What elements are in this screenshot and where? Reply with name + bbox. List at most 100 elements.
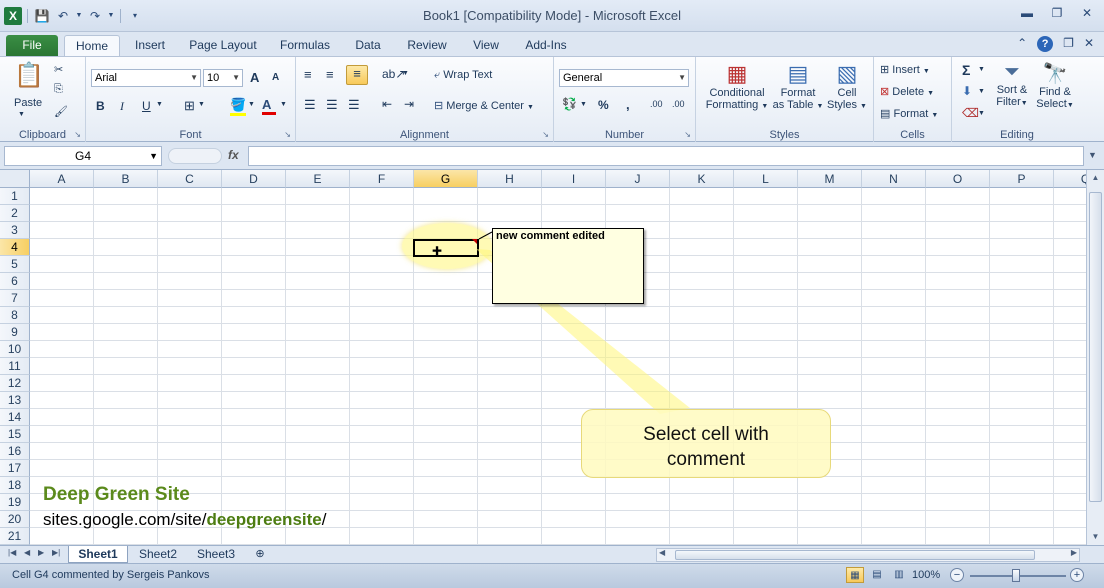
- chevron-down-icon[interactable]: ▼: [402, 70, 409, 77]
- tab-formulas[interactable]: Formulas: [274, 35, 336, 56]
- tab-data[interactable]: Data: [348, 35, 388, 56]
- format-painter-icon[interactable]: 🖌: [54, 105, 68, 118]
- formula-input[interactable]: [248, 146, 1084, 166]
- tab-page-layout[interactable]: Page Layout: [184, 35, 262, 56]
- chevron-down-icon[interactable]: ▼: [580, 101, 587, 108]
- tab-review[interactable]: Review: [400, 35, 454, 56]
- copy-icon[interactable]: ⎘: [54, 83, 63, 96]
- last-sheet-icon[interactable]: ▶|: [52, 548, 60, 557]
- wrap-text-button[interactable]: ⤶ Wrap Text: [434, 69, 492, 82]
- paste-label[interactable]: Paste: [14, 97, 42, 109]
- dialog-launcher-icon[interactable]: ↘: [284, 130, 291, 139]
- horizontal-scroll-thumb[interactable]: [675, 550, 1035, 560]
- delete-cells-button[interactable]: ⊠ Delete ▼: [880, 85, 934, 98]
- zoom-out-icon[interactable]: −: [950, 568, 964, 582]
- underline-button[interactable]: U: [142, 99, 151, 113]
- chevron-down-icon[interactable]: ▼: [248, 101, 255, 108]
- minimize-ribbon-icon[interactable]: ⌃: [1017, 36, 1027, 52]
- first-sheet-icon[interactable]: |◀: [8, 548, 16, 557]
- dialog-launcher-icon[interactable]: ↘: [684, 130, 691, 139]
- autosum-icon[interactable]: Σ: [962, 62, 970, 78]
- tab-home[interactable]: Home: [64, 35, 120, 56]
- close-icon[interactable]: ✕: [1080, 6, 1094, 20]
- clear-icon[interactable]: ⌫: [962, 106, 979, 120]
- chevron-down-icon[interactable]: ▼: [978, 66, 985, 73]
- bold-button[interactable]: B: [96, 99, 105, 113]
- page-layout-view-icon[interactable]: ▤: [868, 567, 886, 583]
- align-left-icon[interactable]: ☰: [304, 97, 316, 113]
- sort-filter-button[interactable]: ⏷ Sort & Filter▼: [992, 61, 1032, 108]
- chevron-down-icon[interactable]: ▼: [198, 101, 205, 108]
- chevron-down-icon[interactable]: ▼: [280, 101, 287, 108]
- expand-formula-bar-icon[interactable]: ▼: [1088, 150, 1097, 160]
- comma-button[interactable]: ,: [626, 97, 630, 112]
- workbook-close-icon[interactable]: ✕: [1084, 36, 1094, 52]
- formula-bar-handle[interactable]: [168, 148, 222, 164]
- cut-icon[interactable]: ✂: [54, 63, 63, 76]
- worksheet-grid[interactable]: ABCDEFGHIJKLMNOPQ 1 2 3 4 5 6 7 8 9 10 11 12 13 14 15 1…: [0, 170, 1086, 545]
- insert-cells-button[interactable]: ⊞ Insert ▼: [880, 63, 930, 76]
- tab-insert[interactable]: Insert: [126, 35, 174, 56]
- scroll-right-icon[interactable]: ▶: [1071, 548, 1077, 557]
- insert-sheet-icon[interactable]: ⊕: [248, 546, 272, 563]
- conditional-formatting-button[interactable]: ▦ Conditional Formatting ▼: [704, 61, 770, 111]
- scroll-up-icon[interactable]: ▲: [1087, 170, 1104, 186]
- align-middle-icon[interactable]: ≡: [326, 67, 334, 82]
- italic-button[interactable]: I: [120, 99, 124, 114]
- scroll-left-icon[interactable]: ◀: [659, 548, 665, 557]
- vertical-scrollbar[interactable]: ▲ ▼: [1086, 170, 1104, 545]
- name-box[interactable]: G4 ▼: [4, 146, 162, 166]
- decrease-decimal-button[interactable]: .00: [672, 99, 685, 109]
- align-right-icon[interactable]: ☰: [348, 97, 360, 113]
- chevron-down-icon[interactable]: ▼: [156, 101, 163, 108]
- merge-center-button[interactable]: ⊟ Merge & Center ▼: [434, 99, 534, 112]
- align-center-icon[interactable]: ☰: [326, 97, 338, 113]
- increase-indent-icon[interactable]: ⇥: [404, 97, 414, 111]
- find-select-button[interactable]: 🔭 Find & Select▼: [1032, 61, 1078, 110]
- comment-box[interactable]: new comment edited: [492, 228, 644, 304]
- vertical-scroll-thumb[interactable]: [1089, 192, 1102, 502]
- align-top-icon[interactable]: ≡: [304, 67, 312, 82]
- font-size-select[interactable]: 10 ▼: [203, 69, 243, 87]
- normal-view-icon[interactable]: ▦: [846, 567, 864, 583]
- shrink-font-button[interactable]: A: [272, 72, 279, 83]
- zoom-in-icon[interactable]: +: [1070, 568, 1084, 582]
- chevron-down-icon[interactable]: ▼: [978, 88, 985, 95]
- help-icon[interactable]: ?: [1037, 36, 1054, 52]
- cell-styles-button[interactable]: ▧ Cell Styles ▼: [826, 61, 868, 111]
- borders-icon[interactable]: ⊞: [184, 98, 195, 114]
- format-as-table-button[interactable]: ▤ Format as Table ▼: [772, 61, 824, 111]
- dialog-launcher-icon[interactable]: ↘: [74, 130, 81, 139]
- horizontal-scrollbar[interactable]: ◀ ▶: [656, 548, 1080, 562]
- chevron-down-icon[interactable]: ▼: [978, 110, 985, 117]
- tab-file[interactable]: File: [6, 35, 58, 56]
- number-format-select[interactable]: General ▼: [559, 69, 689, 87]
- grow-font-button[interactable]: A: [250, 70, 259, 85]
- page-break-view-icon[interactable]: ▥: [890, 567, 908, 583]
- align-bottom-icon[interactable]: ≡: [346, 65, 368, 85]
- paste-button[interactable]: 📋: [14, 61, 44, 97]
- next-sheet-icon[interactable]: ▶: [38, 548, 44, 557]
- sheet-tab-sheet2[interactable]: Sheet2: [130, 546, 186, 563]
- sheet-tab-sheet3[interactable]: Sheet3: [188, 546, 244, 563]
- tab-add-ins[interactable]: Add-Ins: [518, 35, 574, 56]
- decrease-indent-icon[interactable]: ⇤: [382, 97, 392, 111]
- zoom-slider-thumb[interactable]: [1012, 569, 1020, 582]
- increase-decimal-button[interactable]: .00: [650, 99, 663, 109]
- font-color-button[interactable]: A: [262, 97, 276, 115]
- workbook-restore-icon[interactable]: ❐: [1063, 36, 1074, 52]
- percent-button[interactable]: %: [598, 98, 609, 112]
- sheet-tab-sheet1[interactable]: Sheet1: [68, 546, 128, 563]
- paste-dropdown-icon[interactable]: ▼: [18, 111, 25, 118]
- scroll-down-icon[interactable]: ▼: [1087, 529, 1104, 545]
- prev-sheet-icon[interactable]: ◀: [24, 548, 30, 557]
- zoom-level[interactable]: 100%: [912, 569, 940, 581]
- accounting-format-icon[interactable]: 💱: [562, 97, 577, 111]
- font-name-select[interactable]: Arial ▼: [91, 69, 201, 87]
- minimize-icon[interactable]: ▬: [1020, 6, 1034, 20]
- format-cells-button[interactable]: ▤ Format ▼: [880, 107, 938, 120]
- restore-icon[interactable]: ❐: [1050, 6, 1064, 20]
- tab-view[interactable]: View: [466, 35, 506, 56]
- dialog-launcher-icon[interactable]: ↘: [542, 130, 549, 139]
- insert-function-button[interactable]: fx: [228, 148, 239, 162]
